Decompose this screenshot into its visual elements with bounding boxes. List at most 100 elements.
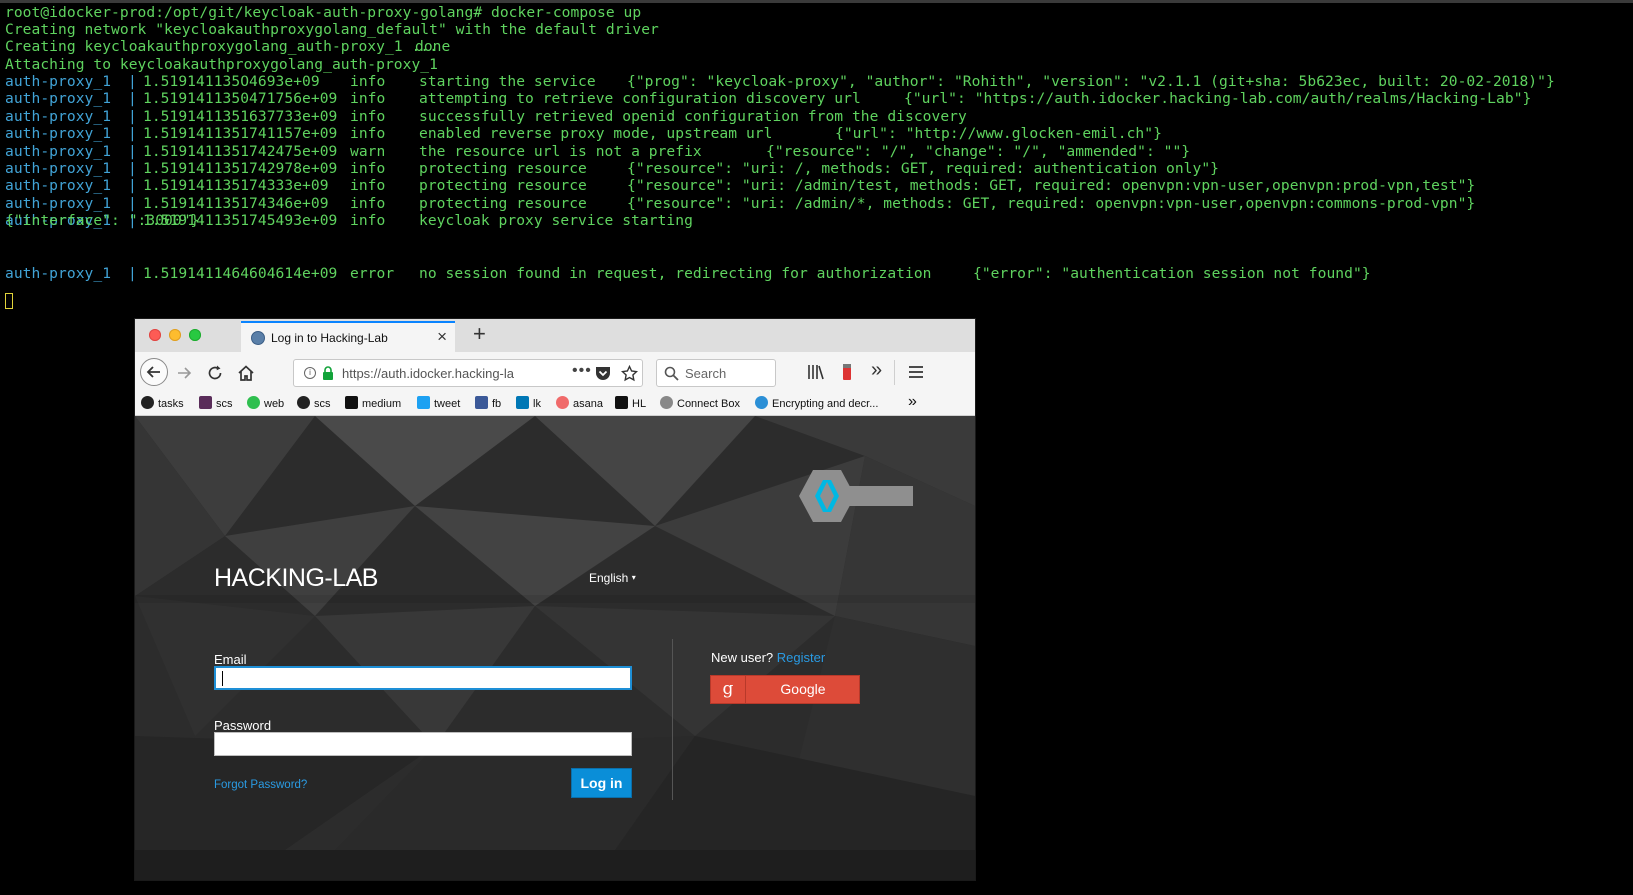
bookmark-label: web	[264, 398, 285, 410]
bookmark-star-icon[interactable]	[621, 365, 638, 382]
chevron-down-icon: ▾	[631, 573, 636, 582]
page-actions-icon[interactable]: •••	[572, 362, 592, 380]
log-separator: |	[128, 73, 137, 90]
log-level: error	[350, 265, 395, 282]
bookmark-lk[interactable]: lk	[516, 396, 541, 410]
zoom-window-button[interactable]	[189, 329, 201, 341]
log-level: info	[350, 90, 386, 108]
service-name: auth-proxy_1	[5, 90, 112, 108]
bookmark-medium[interactable]: medium	[345, 396, 401, 410]
toolbar-overflow-icon[interactable]: »	[871, 359, 882, 382]
bookmark-asana[interactable]: asana	[556, 396, 603, 410]
email-label: Email	[214, 652, 247, 667]
log-level: info	[350, 73, 386, 90]
url-text: https://auth.idocker.hacking-la	[342, 366, 514, 381]
bookmark-label: scs	[314, 398, 331, 410]
new-user-label: New user?	[711, 650, 774, 665]
google-button-label: Google	[780, 681, 826, 697]
search-input[interactable]: Search	[656, 359, 776, 387]
minimize-window-button[interactable]	[169, 329, 181, 341]
twitter-icon	[417, 396, 430, 409]
bookmark-fb[interactable]: fb	[475, 396, 501, 410]
bookmark-tweet[interactable]: tweet	[417, 396, 460, 410]
log-level: info	[350, 160, 386, 177]
log-separator: |	[128, 142, 137, 160]
done-status: done	[415, 38, 451, 55]
back-button[interactable]	[140, 358, 168, 386]
hamburger-menu-icon[interactable]	[908, 365, 924, 379]
info-icon[interactable]: i	[304, 367, 316, 379]
site-icon	[755, 396, 768, 409]
login-button[interactable]: Log in	[571, 768, 632, 798]
bookmark-label: scs	[216, 398, 233, 410]
output-text: Creating network "keycloakauthproxygolan…	[5, 21, 659, 38]
log-message: protecting resource	[419, 177, 587, 195]
facebook-icon	[475, 396, 488, 409]
bookmark-scs-2[interactable]: scs	[297, 396, 331, 410]
register-link[interactable]: Register	[777, 650, 825, 665]
pocket-icon[interactable]	[595, 366, 611, 381]
lock-icon	[323, 366, 333, 380]
bookmark-label: asana	[573, 398, 603, 410]
service-name: auth-proxy_1	[5, 194, 112, 212]
google-icon: g	[711, 676, 746, 703]
bookmarks-overflow-icon[interactable]: »	[908, 393, 917, 411]
tab-login[interactable]: Log in to Hacking-Lab ×	[241, 321, 455, 352]
log-timestamp: 1.5191411351741157e+09	[143, 125, 338, 143]
terminal-output-line: Attaching to keycloakauthproxygolang_aut…	[5, 56, 438, 74]
output-text: Attaching to keycloakauthproxygolang_aut…	[5, 56, 438, 73]
log-timestamp: 1.5191411351742978e+09	[143, 160, 338, 177]
log-message: enabled reverse proxy mode, upstream url	[419, 125, 773, 143]
bookmark-label: lk	[533, 398, 541, 410]
tab-title: Log in to Hacking-Lab	[271, 331, 388, 345]
bookmark-web[interactable]: web	[247, 396, 284, 410]
new-tab-button[interactable]: +	[473, 321, 486, 347]
linkedin-icon	[516, 396, 529, 409]
whatsapp-icon	[247, 396, 260, 409]
log-level: warn	[350, 142, 386, 160]
log-separator: |	[128, 160, 137, 177]
forgot-password-link[interactable]: Forgot Password?	[214, 779, 307, 791]
url-bar[interactable]: i https://auth.idocker.hacking-la •••	[293, 359, 643, 387]
bookmark-label: tweet	[434, 398, 461, 410]
bookmark-tasks[interactable]: tasks	[141, 396, 184, 410]
log-separator: |	[128, 177, 137, 195]
log-message: keycloak proxy service starting	[419, 212, 693, 230]
library-icon[interactable]	[807, 364, 825, 380]
log-timestamp: 1.5191411351637733e+09	[143, 107, 338, 125]
google-login-button[interactable]: g Google	[710, 675, 860, 704]
bookmark-hl[interactable]: HL	[615, 396, 646, 410]
password-label: Password	[214, 718, 272, 733]
realm-title: HACKING-LAB	[214, 564, 378, 592]
log-timestamp: 1.5191411351742475e+09	[143, 142, 338, 160]
new-user-text: New user? Register	[711, 650, 825, 665]
bookmark-scs[interactable]: scs	[199, 396, 233, 410]
bookmark-label: Encrypting and decr...	[772, 398, 879, 410]
terminal-cursor	[5, 293, 13, 309]
password-field[interactable]	[214, 732, 632, 756]
reload-icon[interactable]	[206, 364, 224, 382]
language-selector[interactable]: English ▾	[589, 571, 636, 585]
globe-icon	[660, 396, 673, 409]
log-json-payload: {"resource": "uri: /, methods: GET, requ…	[627, 160, 1220, 177]
log-timestamp: 1.519141135174346e+09	[143, 194, 329, 212]
browser-window[interactable]: Log in to Hacking-Lab × + i https://auth…	[135, 319, 975, 880]
log-message: protecting resource	[419, 194, 587, 212]
github-icon	[297, 396, 310, 409]
log-level: info	[350, 212, 386, 230]
bookmark-label: tasks	[158, 398, 184, 410]
extension-icon[interactable]	[841, 363, 853, 381]
slack-hash-icon	[199, 396, 212, 409]
search-icon	[664, 366, 679, 381]
terminal-output-line: Creating network "keycloakauthproxygolan…	[5, 21, 659, 39]
bookmark-connect-box[interactable]: Connect Box	[660, 396, 740, 410]
bookmark-label: HL	[632, 398, 647, 410]
email-field[interactable]	[214, 666, 632, 690]
toolbar-separator	[894, 360, 895, 385]
forward-arrow-icon[interactable]	[175, 364, 193, 382]
log-separator: |	[128, 107, 137, 125]
close-window-button[interactable]	[149, 329, 161, 341]
home-icon[interactable]	[236, 363, 256, 383]
close-tab-icon[interactable]: ×	[437, 327, 447, 347]
bookmark-encrypting[interactable]: Encrypting and decr...	[755, 396, 878, 410]
